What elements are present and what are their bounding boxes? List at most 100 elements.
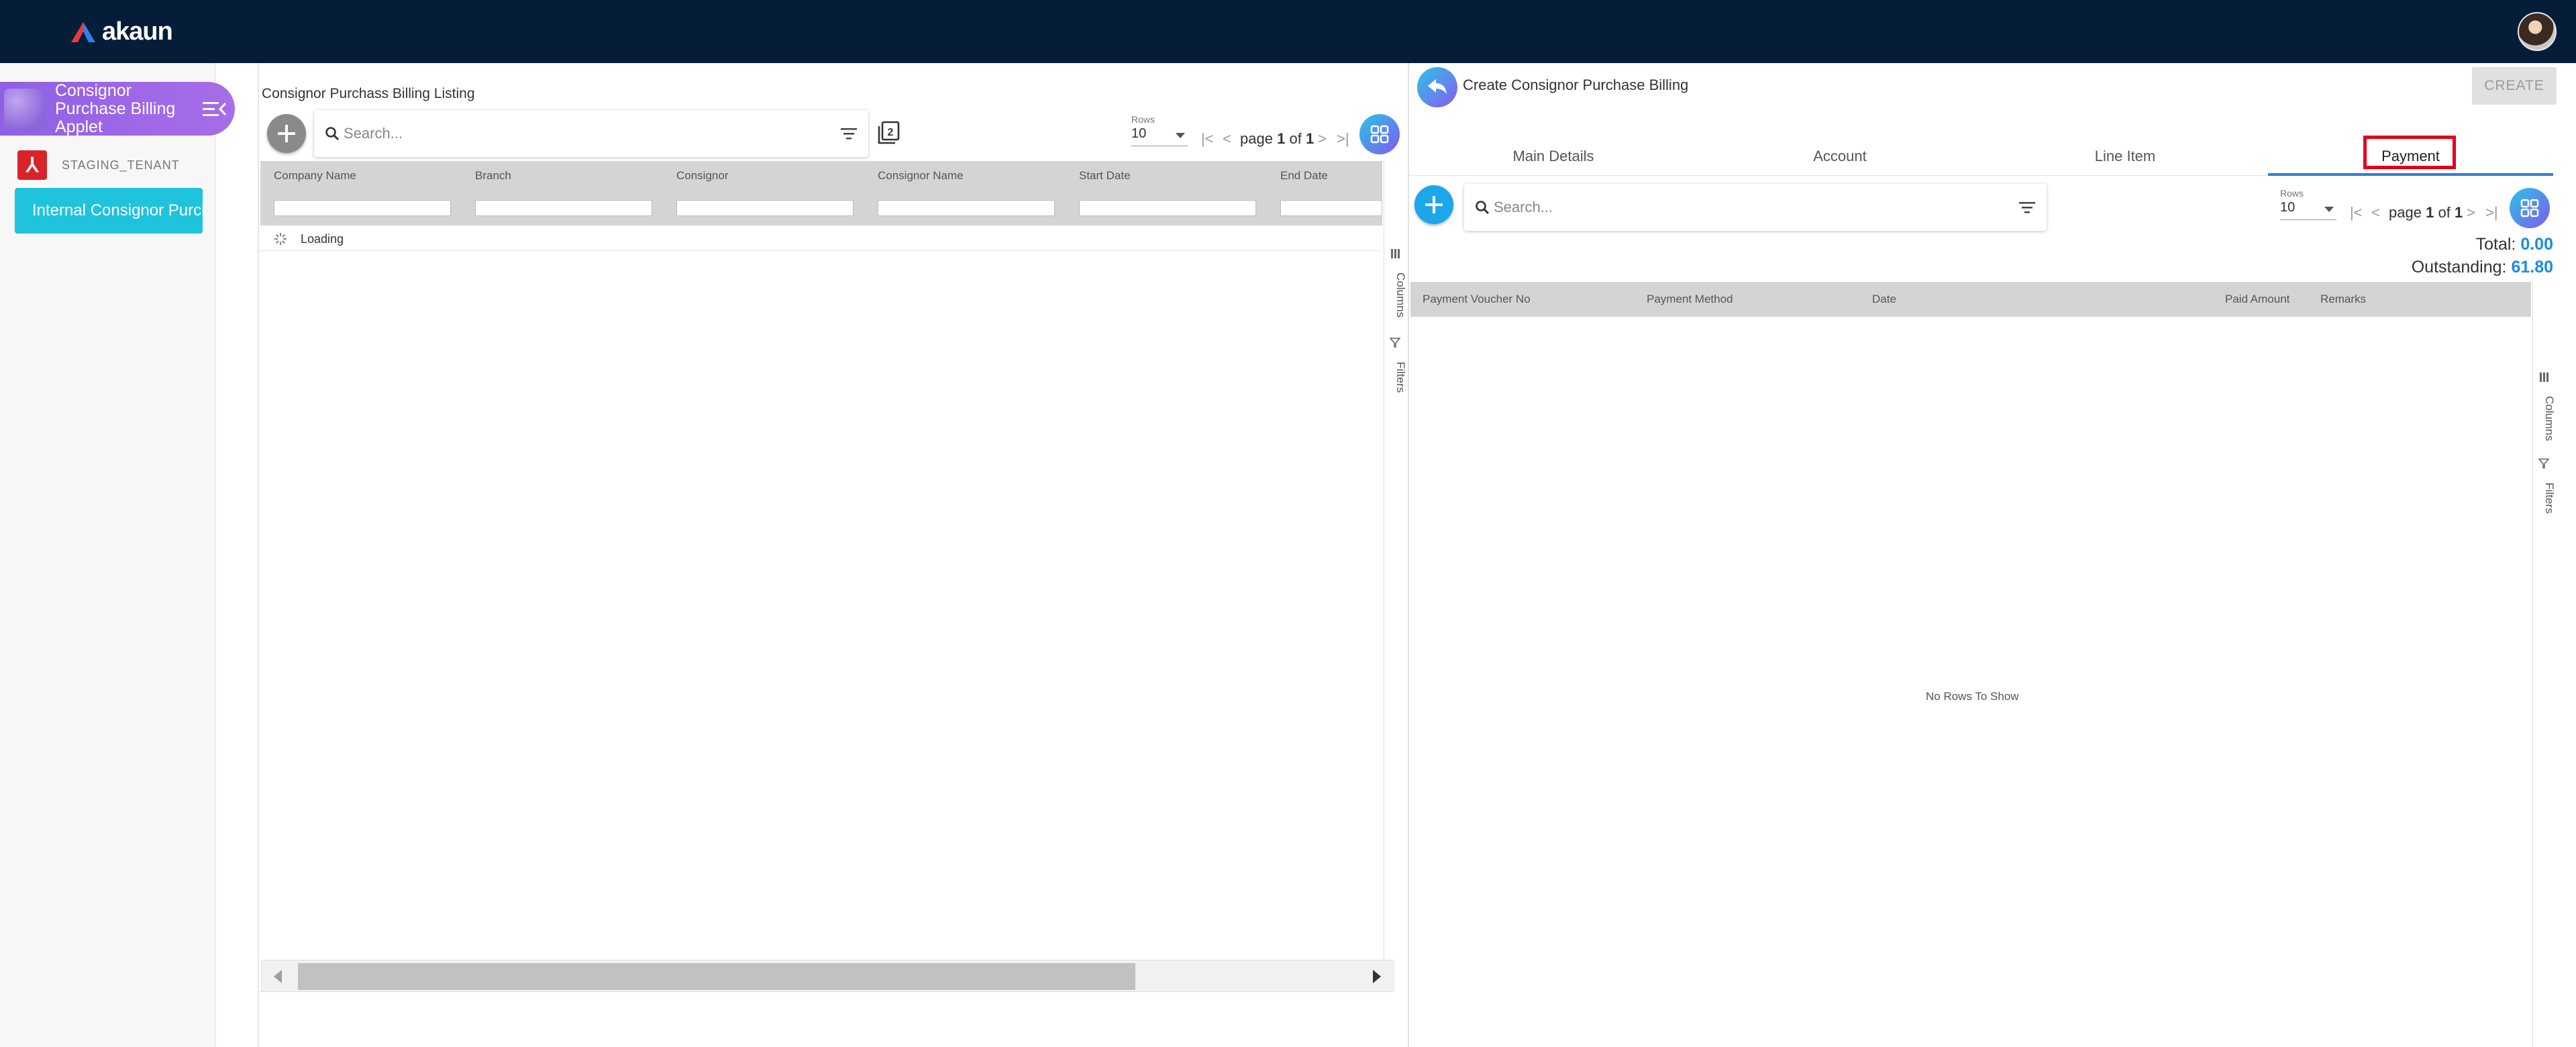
search-icon bbox=[1476, 201, 1490, 215]
column-header-end-date[interactable]: End Date bbox=[1280, 169, 1328, 183]
create-button[interactable]: CREATE bbox=[2472, 67, 2557, 105]
column-header-branch[interactable]: Branch bbox=[475, 169, 511, 183]
last-page-icon[interactable]: >| bbox=[2485, 204, 2498, 221]
page-total: 1 bbox=[2454, 204, 2463, 221]
tab-main-details[interactable]: Main Details bbox=[1409, 138, 1698, 176]
first-page-icon[interactable]: |< bbox=[2350, 204, 2363, 221]
page-indicator: page 1 of 1 bbox=[2389, 204, 2463, 221]
listing-pager: Rows 10 |< < page 1 of 1 > >| bbox=[1131, 114, 1359, 154]
prev-page-icon[interactable]: < bbox=[2371, 204, 2380, 221]
consignor-filter-input[interactable] bbox=[676, 200, 854, 216]
listing-search-input[interactable] bbox=[344, 122, 813, 145]
rows-label: Rows bbox=[1131, 114, 1155, 125]
tenant-logo-icon: ⅄ bbox=[17, 150, 47, 180]
payment-search-box bbox=[1464, 184, 2047, 231]
loading-row: Loading bbox=[259, 227, 1381, 251]
add-payment-button[interactable] bbox=[1414, 185, 1453, 224]
panel-title: Create Consignor Purchase Billing bbox=[1463, 77, 1689, 93]
next-page-icon[interactable]: > bbox=[2467, 204, 2475, 221]
scroll-thumb[interactable] bbox=[298, 963, 1135, 990]
add-button[interactable] bbox=[267, 114, 306, 153]
top-bar: akaun bbox=[0, 0, 2576, 63]
column-header-consignor-name[interactable]: Consignor Name bbox=[878, 169, 964, 183]
empty-grid-message: No Rows To Show bbox=[1926, 690, 2019, 703]
listing-side-tool-panel: Columns Filters bbox=[1384, 161, 1407, 960]
next-page-icon[interactable]: > bbox=[1318, 130, 1327, 148]
svg-text:2: 2 bbox=[888, 127, 894, 138]
scroll-right-icon[interactable] bbox=[1373, 970, 1381, 983]
company-name-filter-input[interactable] bbox=[274, 200, 451, 216]
grid-icon bbox=[1370, 125, 1389, 144]
payment-side-tool-panel: Columns Filters bbox=[2532, 282, 2556, 1047]
tab-account[interactable]: Account bbox=[1698, 138, 1982, 176]
reply-arrow-icon bbox=[1428, 79, 1447, 94]
total-label: Total: bbox=[2475, 235, 2516, 254]
page-current: 1 bbox=[2426, 204, 2434, 221]
sidebar-item-internal-consignor-purchase-billing[interactable]: Internal Consignor Purchase Billing bbox=[15, 188, 203, 234]
rows-value: 10 bbox=[2280, 200, 2296, 215]
export-icon[interactable]: 2 bbox=[876, 121, 900, 145]
tab-line-item[interactable]: Line Item bbox=[1982, 138, 2268, 176]
first-page-icon[interactable]: |< bbox=[1201, 130, 1214, 148]
last-page-icon[interactable]: >| bbox=[1337, 130, 1349, 148]
outstanding-label: Outstanding: bbox=[2411, 258, 2507, 277]
outstanding-value: 61.80 bbox=[2511, 258, 2553, 277]
rows-per-page-select[interactable]: 10 bbox=[2280, 200, 2336, 220]
branch-filter-input[interactable] bbox=[475, 200, 652, 216]
menu-collapse-icon[interactable] bbox=[201, 99, 228, 119]
plus-icon bbox=[278, 125, 295, 142]
akaun-logo-icon bbox=[71, 21, 95, 42]
sidebar: Consignor Purchase Billing Applet ⅄ STAG… bbox=[0, 63, 235, 1047]
tenant-name: STAGING_TENANT bbox=[62, 158, 180, 172]
filter-icon[interactable] bbox=[840, 126, 858, 141]
rows-per-page-select[interactable]: 10 bbox=[1131, 126, 1188, 146]
column-header-remarks[interactable]: Remarks bbox=[2320, 293, 2366, 306]
rows-value: 10 bbox=[1131, 126, 1147, 141]
akaun-logo[interactable]: akaun bbox=[70, 17, 173, 46]
start-date-filter-input[interactable] bbox=[1079, 200, 1256, 216]
columns-tool-button[interactable]: Columns bbox=[2533, 385, 2556, 452]
tenant-row[interactable]: ⅄ STAGING_TENANT bbox=[17, 149, 180, 181]
column-header-payment-method[interactable]: Payment Method bbox=[1647, 293, 1733, 306]
listing-panel: Consignor Purchass Billing Listing 2 Row… bbox=[258, 63, 1407, 1047]
end-date-filter-input[interactable] bbox=[1280, 200, 1382, 216]
payment-pager: Rows 10 |< < page 1 of 1 > >| bbox=[2280, 188, 2508, 228]
column-header-consignor[interactable]: Consignor bbox=[676, 169, 729, 183]
chevron-down-icon bbox=[2324, 207, 2334, 212]
view-toggle-button[interactable] bbox=[1359, 114, 1400, 154]
filter-icon[interactable] bbox=[2018, 200, 2036, 215]
page-indicator: page 1 of 1 bbox=[1240, 130, 1314, 148]
column-header-date[interactable]: Date bbox=[1872, 293, 1896, 306]
user-avatar[interactable] bbox=[2518, 12, 2557, 51]
column-header-paid-amount[interactable]: Paid Amount bbox=[2225, 293, 2289, 306]
page-of: of bbox=[1289, 130, 1302, 147]
applet-logo-icon bbox=[4, 89, 47, 130]
page-word: page bbox=[2389, 204, 2422, 221]
payment-grid-header: Payment Voucher No Payment Method Date P… bbox=[1410, 282, 2531, 317]
filters-tool-button[interactable]: Filters bbox=[1384, 350, 1407, 404]
filters-tool-button[interactable]: Filters bbox=[2533, 471, 2556, 525]
scroll-left-icon[interactable] bbox=[274, 970, 282, 983]
page-current: 1 bbox=[1277, 130, 1286, 147]
loading-spinner-icon bbox=[274, 233, 287, 245]
total-value: 0.00 bbox=[2520, 235, 2553, 254]
applet-header: Consignor Purchase Billing Applet bbox=[0, 82, 235, 136]
page-total: 1 bbox=[1305, 130, 1315, 147]
payment-search-input[interactable] bbox=[1494, 196, 1990, 219]
horizontal-scrollbar[interactable] bbox=[260, 960, 1394, 992]
column-header-company-name[interactable]: Company Name bbox=[274, 169, 356, 183]
columns-tool-button[interactable]: Columns bbox=[1384, 262, 1407, 329]
prev-page-icon[interactable]: < bbox=[1223, 130, 1231, 148]
column-header-start-date[interactable]: Start Date bbox=[1079, 169, 1131, 183]
back-button[interactable] bbox=[1417, 67, 1457, 107]
columns-icon bbox=[2540, 372, 2548, 382]
grid-icon bbox=[2520, 199, 2539, 217]
create-panel: Create Consignor Purchase Billing CREATE… bbox=[1408, 63, 2576, 1047]
filter-funnel-icon bbox=[2538, 458, 2549, 468]
page-of: of bbox=[2438, 204, 2451, 221]
loading-text: Loading bbox=[301, 232, 344, 246]
columns-icon bbox=[1391, 249, 1400, 258]
column-header-payment-voucher-no[interactable]: Payment Voucher No bbox=[1423, 293, 1531, 306]
consignor-name-filter-input[interactable] bbox=[878, 200, 1055, 216]
view-toggle-button[interactable] bbox=[2510, 188, 2550, 228]
